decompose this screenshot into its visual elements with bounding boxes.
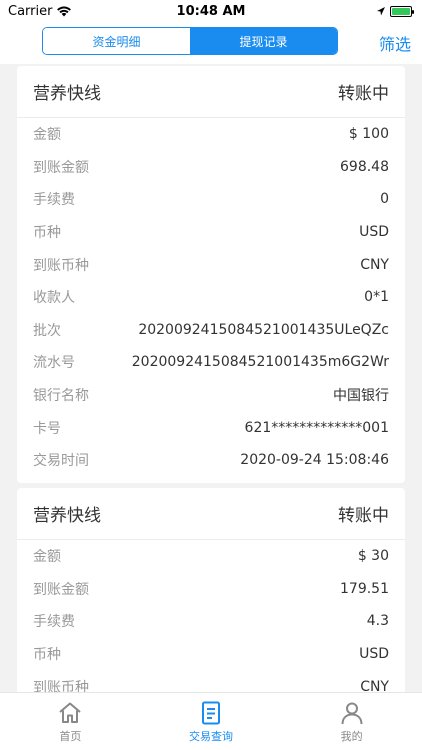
record-status: 转账中 (338, 84, 389, 104)
field-value: 621*************001 (244, 419, 389, 436)
field-label: 到账币种 (33, 679, 89, 692)
field-value: 179.51 (340, 580, 389, 597)
record-field-row: 到账金额 179.51 (17, 573, 405, 606)
field-value: 2020092415084521001435m6G2Wr (131, 354, 389, 371)
field-label: 到账金额 (33, 581, 89, 598)
record-field-row: 银行名称 中国银行 (17, 379, 405, 412)
field-label: 收款人 (33, 290, 75, 307)
record-field-row: 手续费 4.3 (17, 605, 405, 638)
records-list[interactable]: 营养快线 转账中 金额 $ 100 到账金额 698.48 手续费 0 币种 USD 到… (0, 64, 422, 692)
field-label: 批次 (33, 322, 61, 339)
field-label: 到账币种 (33, 257, 89, 274)
field-value: 0*1 (364, 289, 389, 306)
carrier-label: Carrier (8, 3, 53, 19)
record-field-row: 流水号 2020092415084521001435m6G2Wr (17, 346, 405, 379)
field-value: 698.48 (340, 158, 389, 175)
record-field-row: 到账金额 698.48 (17, 151, 405, 184)
header: 资金明细 提现记录 筛选 (0, 22, 422, 64)
field-value: 2020-09-24 15:08:46 (240, 452, 389, 469)
tab-fund-details[interactable]: 资金明细 (43, 28, 190, 54)
tab-home[interactable]: 首页 (0, 693, 141, 750)
field-label: 手续费 (33, 614, 75, 631)
field-label: 金额 (33, 127, 61, 144)
field-value: 2020092415084521001435ULeQZc (138, 321, 389, 338)
battery-fill (392, 7, 410, 15)
home-icon (59, 702, 81, 723)
field-value: CNY (360, 678, 389, 692)
filter-button[interactable]: 筛选 (379, 31, 411, 55)
tab-transaction-query-label: 交易查询 (189, 729, 233, 743)
segmented-control: 资金明细 提现记录 (42, 27, 338, 55)
record-field-row: 金额 $ 100 (17, 118, 405, 151)
status-bar: Carrier 10:48 AM (0, 0, 422, 22)
record-field-row: 收款人 0*1 (17, 281, 405, 314)
field-label: 币种 (33, 225, 61, 242)
field-label: 币种 (33, 647, 61, 664)
record-card-header: 营养快线 转账中 (17, 488, 405, 540)
battery-icon (390, 5, 414, 17)
field-value: USD (359, 224, 389, 241)
record-field-row: 交易时间 2020-09-24 15:08:46 (17, 444, 405, 477)
record-field-row: 手续费 0 (17, 183, 405, 216)
field-value: 0 (380, 191, 389, 208)
record-title: 营养快线 (33, 84, 101, 104)
record-card-header: 营养快线 转账中 (17, 66, 405, 118)
wifi-icon (57, 6, 72, 17)
tab-mine-label: 我的 (340, 729, 363, 743)
location-icon (377, 6, 385, 15)
record-field-row: 卡号 621*************001 (17, 411, 405, 444)
bottom-tab-bar: 首页 交易查询 我的 (0, 692, 422, 750)
status-left: Carrier (8, 4, 72, 19)
field-label: 银行名称 (33, 388, 89, 405)
status-right (376, 5, 414, 17)
field-label: 交易时间 (33, 453, 89, 470)
field-value: $ 100 (348, 126, 389, 143)
field-label: 手续费 (33, 192, 75, 209)
record-field-row: 币种 USD (17, 216, 405, 249)
record-card[interactable]: 营养快线 转账中 金额 $ 100 到账金额 698.48 手续费 0 币种 USD 到… (17, 66, 405, 483)
record-title: 营养快线 (33, 506, 101, 526)
person-icon (341, 702, 363, 724)
field-label: 到账金额 (33, 159, 89, 176)
field-label: 流水号 (33, 355, 75, 372)
document-icon (202, 701, 220, 724)
record-field-row: 到账币种 CNY (17, 670, 405, 692)
tab-mine[interactable]: 我的 (281, 693, 422, 750)
record-card[interactable]: 营养快线 转账中 金额 $ 30 到账金额 179.51 手续费 4.3 币种 USD … (17, 488, 405, 692)
field-value: USD (359, 646, 389, 663)
tab-withdrawal-records[interactable]: 提现记录 (190, 28, 337, 54)
field-label: 金额 (33, 549, 61, 566)
record-status: 转账中 (338, 506, 389, 526)
field-value: 4.3 (366, 613, 389, 630)
tab-home-label: 首页 (59, 729, 82, 743)
record-field-row: 币种 USD (17, 638, 405, 671)
tab-transaction-query[interactable]: 交易查询 (141, 693, 282, 750)
record-field-row: 到账币种 CNY (17, 248, 405, 281)
record-field-row: 批次 2020092415084521001435ULeQZc (17, 314, 405, 347)
field-value: CNY (360, 256, 389, 273)
field-label: 卡号 (33, 420, 61, 437)
field-value: 中国银行 (333, 388, 389, 405)
field-value: $ 30 (357, 548, 389, 565)
record-field-row: 金额 $ 30 (17, 540, 405, 573)
